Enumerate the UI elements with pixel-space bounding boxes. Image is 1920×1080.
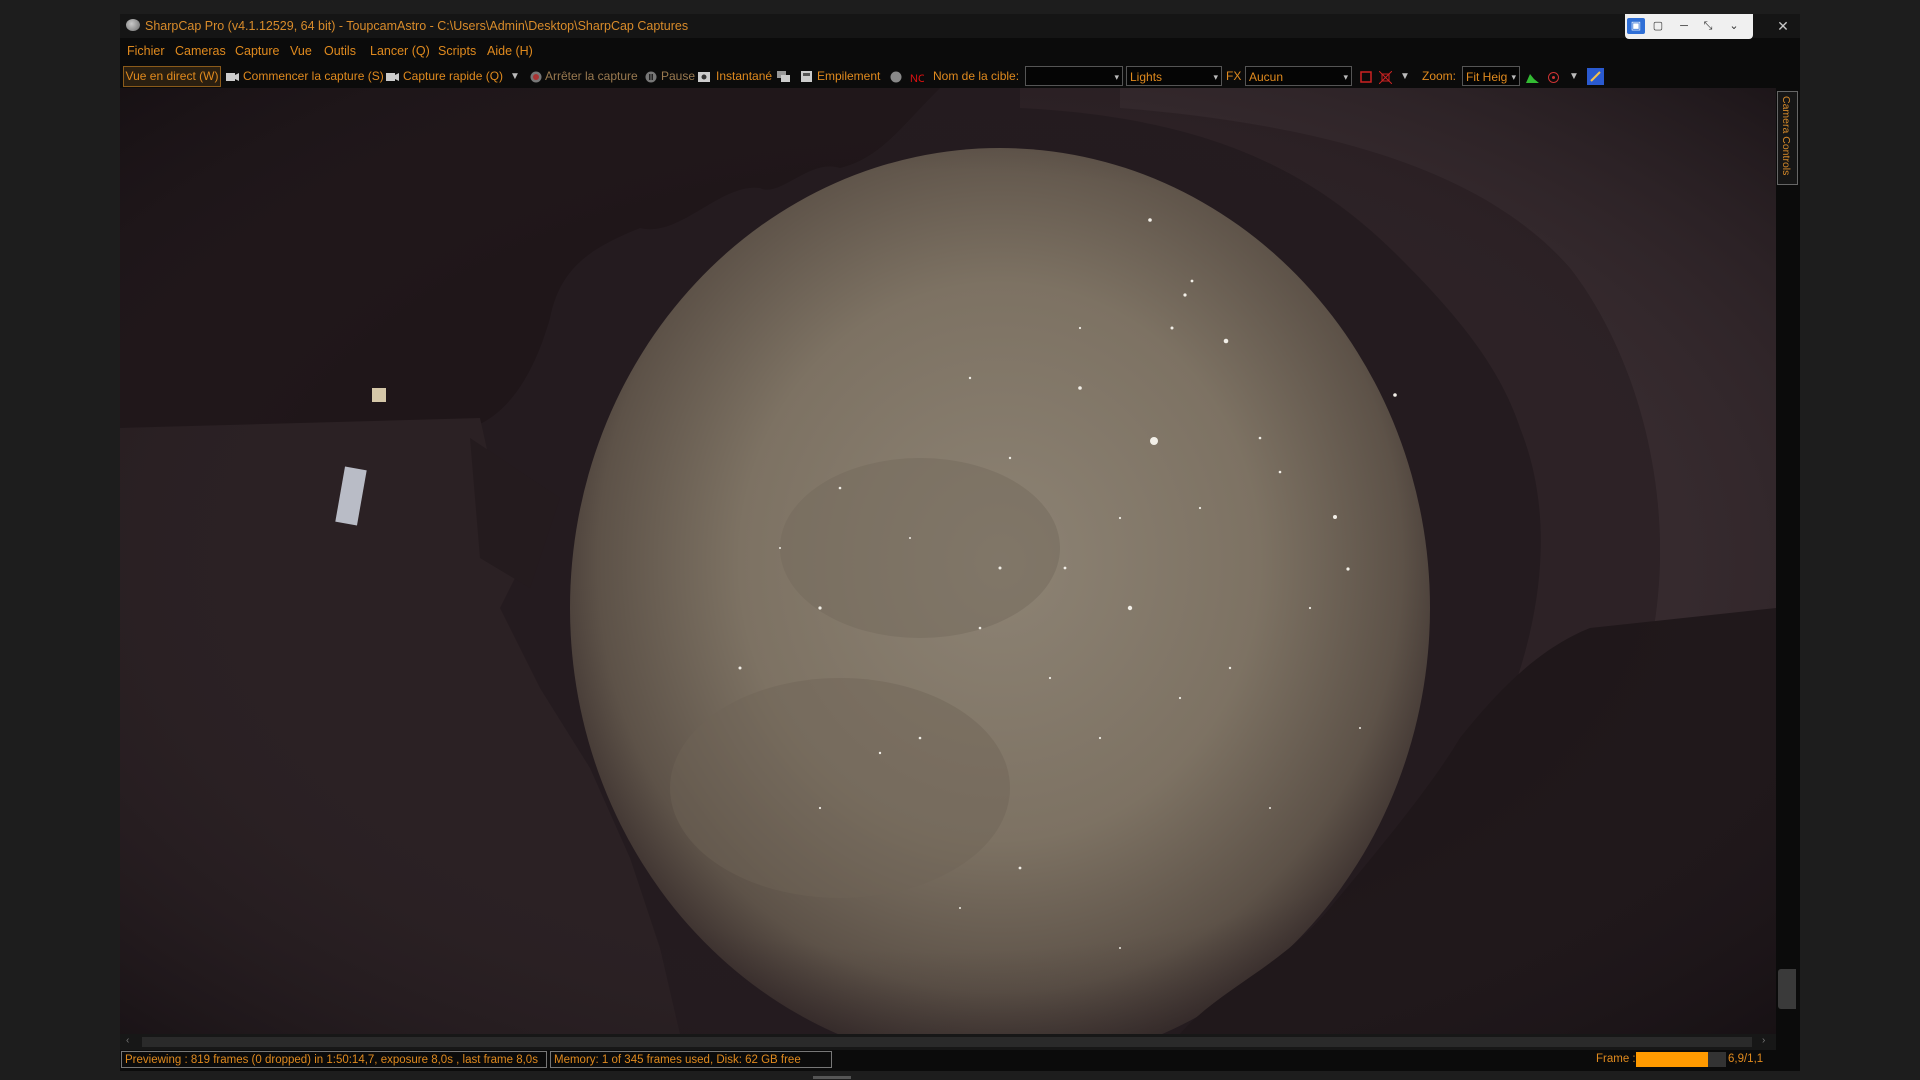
display-icon[interactable] xyxy=(777,71,790,82)
stacking-icon xyxy=(801,71,814,82)
chevron-down-icon: ▾ xyxy=(1511,72,1516,82)
quick-capture-button[interactable]: Capture rapide (Q) xyxy=(403,69,503,83)
chevron-down-icon: ▾ xyxy=(1114,72,1119,82)
overlay-dropdown-icon[interactable]: ▼ xyxy=(1400,71,1410,82)
stacking-button[interactable]: Empilement xyxy=(817,69,880,83)
start-capture-button[interactable]: Commencer la capture (S) xyxy=(243,69,384,83)
menu-fichier[interactable]: Fichier xyxy=(127,44,165,58)
chevron-down-icon: ▾ xyxy=(1343,72,1348,82)
target-icon[interactable] xyxy=(1547,71,1560,83)
menu-cameras[interactable]: Cameras xyxy=(175,44,226,58)
right-dock-panel xyxy=(1776,88,1800,1034)
stop-red-icon[interactable]: NC xyxy=(910,71,926,85)
preview-status: Previewing : 819 frames (0 dropped) in 1… xyxy=(121,1051,547,1068)
memory-status: Memory: 1 of 345 frames used, Disk: 62 G… xyxy=(550,1051,832,1068)
chevron-down-icon: ▾ xyxy=(1213,72,1218,82)
stop-capture-button[interactable]: Arrêter la capture xyxy=(545,69,638,83)
frame-progress-fill xyxy=(1636,1052,1708,1067)
live-view-button[interactable]: Vue en direct (W) xyxy=(123,66,221,87)
pause-button[interactable]: Pause xyxy=(661,69,695,83)
crosshair-icon[interactable] xyxy=(1378,70,1393,85)
tools-dropdown-icon[interactable]: ▼ xyxy=(1569,71,1579,82)
remote-control-bar: ▣ ▢ ─ ⤡ ⌄ xyxy=(1625,14,1753,39)
menu-capture[interactable]: Capture xyxy=(235,44,279,58)
camera-controls-label: Camera Controls xyxy=(1780,96,1792,176)
taskbar-indicator xyxy=(813,1076,851,1079)
close-button[interactable]: ✕ xyxy=(1766,16,1800,36)
menu-aide[interactable]: Aide (H) xyxy=(487,44,533,58)
target-name-dropdown[interactable]: ▾ xyxy=(1025,66,1123,86)
brush-icon[interactable] xyxy=(1587,68,1604,85)
zoom-dropdown[interactable]: Fit Heig ▾ xyxy=(1462,66,1520,86)
toolbar: Vue en direct (W) Commencer la capture (… xyxy=(120,64,1800,90)
window-title: SharpCap Pro (v4.1.12529, 64 bit) - Toup… xyxy=(145,19,689,33)
collapse-icon[interactable]: ⤡ xyxy=(1699,18,1717,34)
scroll-left-icon[interactable]: ‹ xyxy=(126,1035,129,1046)
camera-icon xyxy=(226,71,239,82)
menu-vue[interactable]: Vue xyxy=(290,44,312,58)
rectangle-select-icon[interactable] xyxy=(1360,71,1373,83)
fx-label: FX xyxy=(1226,69,1242,83)
frame-progress-bar xyxy=(1636,1052,1726,1067)
target-name-label: Nom de la cible: xyxy=(933,69,1020,83)
status-bar: Previewing : 819 frames (0 dropped) in 1… xyxy=(120,1050,1800,1071)
collapse-panel-handle[interactable] xyxy=(1778,969,1796,1009)
chat-icon[interactable]: ▢ xyxy=(1649,18,1667,34)
svg-text:NC: NC xyxy=(910,73,924,83)
pause-icon xyxy=(645,71,658,83)
stop-icon xyxy=(530,71,543,83)
frame-type-dropdown[interactable]: Lights ▾ xyxy=(1126,66,1222,86)
histogram-icon[interactable] xyxy=(1526,71,1539,83)
sharpcap-window: SharpCap Pro (v4.1.12529, 64 bit) - Toup… xyxy=(120,14,1800,1071)
frame-label: Frame : xyxy=(1596,1053,1636,1065)
menu-lancer[interactable]: Lancer (Q) xyxy=(370,44,430,58)
title-bar: SharpCap Pro (v4.1.12529, 64 bit) - Toup… xyxy=(120,14,1800,38)
snapshot-button[interactable]: Instantané xyxy=(716,69,772,83)
scrollbar-thumb[interactable] xyxy=(142,1037,1752,1047)
fx-dropdown[interactable]: Aucun ▾ xyxy=(1245,66,1352,86)
minimize-icon[interactable]: ─ xyxy=(1675,18,1693,34)
menu-scripts[interactable]: Scripts xyxy=(438,44,476,58)
zoom-label: Zoom: xyxy=(1422,69,1457,83)
record-icon[interactable] xyxy=(890,71,903,83)
frame-value: 6,9/1,1 xyxy=(1728,1053,1764,1065)
zoom-value: Fit Heig xyxy=(1466,70,1508,84)
image-viewport[interactable] xyxy=(120,88,1776,1034)
fx-value: Aucun xyxy=(1249,70,1284,84)
quick-capture-dropdown-icon[interactable]: ▼ xyxy=(510,71,520,82)
quick-camera-icon xyxy=(386,71,399,82)
snapshot-icon xyxy=(698,71,711,82)
menu-outils[interactable]: Outils xyxy=(324,44,356,58)
camera-controls-tab[interactable]: Camera Controls xyxy=(1777,91,1798,185)
monitor-icon[interactable]: ▣ xyxy=(1627,18,1645,34)
scroll-right-icon[interactable]: › xyxy=(1762,1035,1765,1046)
chevron-down-icon[interactable]: ⌄ xyxy=(1725,18,1743,34)
frame-type-value: Lights xyxy=(1130,70,1163,84)
app-icon xyxy=(126,19,140,31)
horizontal-scrollbar[interactable]: ‹ › xyxy=(120,1034,1776,1050)
menu-bar: Fichier Cameras Capture Vue Outils Lance… xyxy=(120,40,1800,62)
all-sky-image xyxy=(120,88,1776,1034)
